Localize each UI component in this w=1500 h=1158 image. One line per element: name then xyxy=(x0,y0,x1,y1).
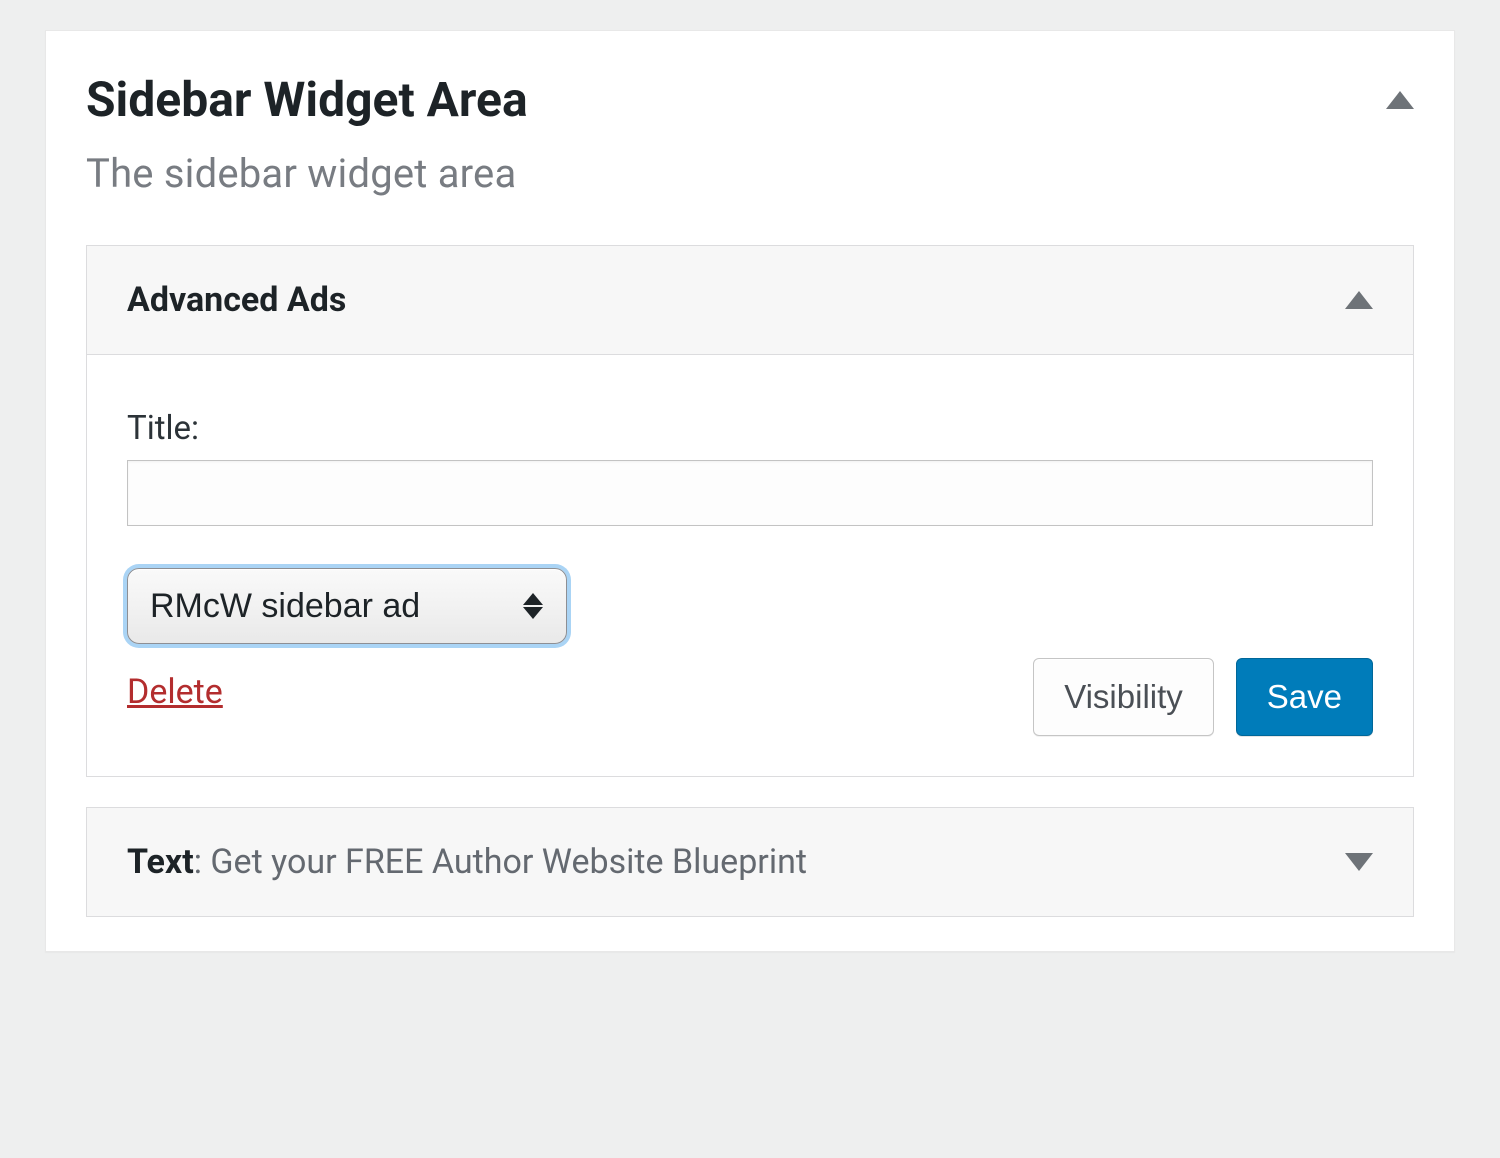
caret-up-icon xyxy=(1386,91,1414,109)
widget-body: Title: RMcW sidebar ad Delete Visibility… xyxy=(87,355,1413,776)
widget-area-description: The sidebar widget area xyxy=(86,150,1414,197)
widget-text: Text: Get your FREE Author Website Bluep… xyxy=(86,807,1414,917)
widget-type-label: Text xyxy=(127,842,194,882)
sidebar-widget-area-panel: Sidebar Widget Area The sidebar widget a… xyxy=(45,30,1455,952)
widget-header-advanced-ads[interactable]: Advanced Ads xyxy=(87,246,1413,355)
widget-collapsed-title: Text: Get your FREE Author Website Bluep… xyxy=(127,842,807,882)
ad-select[interactable]: RMcW sidebar ad xyxy=(127,568,567,644)
save-button[interactable]: Save xyxy=(1236,658,1373,736)
caret-down-icon xyxy=(1345,853,1373,871)
button-group: Visibility Save xyxy=(1033,658,1373,736)
widget-instance-title: Get your FREE Author Website Blueprint xyxy=(210,842,807,882)
delete-link[interactable]: Delete xyxy=(127,658,223,712)
widget-header-text[interactable]: Text: Get your FREE Author Website Bluep… xyxy=(87,808,1413,916)
widget-title: Advanced Ads xyxy=(127,280,346,320)
separator: : xyxy=(194,842,211,882)
title-label: Title: xyxy=(127,409,1373,448)
widget-area-header[interactable]: Sidebar Widget Area xyxy=(86,71,1414,128)
title-input[interactable] xyxy=(127,460,1373,526)
visibility-button[interactable]: Visibility xyxy=(1033,658,1214,736)
caret-up-icon xyxy=(1345,291,1373,309)
widget-area-title: Sidebar Widget Area xyxy=(86,71,528,128)
ad-select-wrap: RMcW sidebar ad xyxy=(127,568,567,644)
widget-advanced-ads: Advanced Ads Title: RMcW sidebar ad Dele… xyxy=(86,245,1414,777)
widget-actions: Delete Visibility Save xyxy=(127,658,1373,736)
